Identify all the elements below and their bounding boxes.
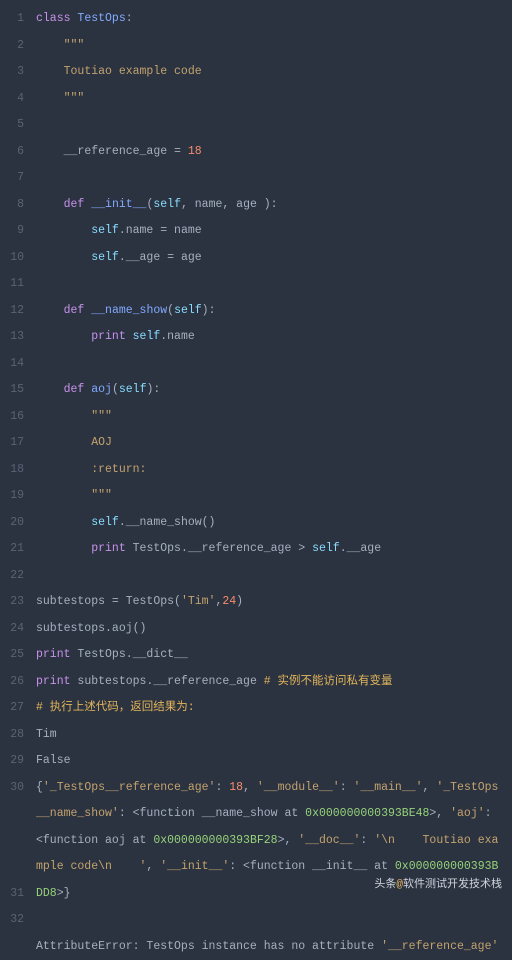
code-line: :return: bbox=[36, 457, 504, 484]
code-line: print subtestops.__reference_age # 实例不能访… bbox=[36, 669, 504, 696]
code-line: """ bbox=[36, 404, 504, 431]
code-line bbox=[36, 112, 504, 139]
line-number-gutter: 1234567891011121314151617181920212223242… bbox=[0, 0, 32, 897]
line-number: 5 bbox=[0, 112, 24, 139]
line-number: 28 bbox=[0, 722, 24, 749]
code-content: class TestOps: """ Toutiao example code … bbox=[32, 0, 512, 897]
line-number: 25 bbox=[0, 642, 24, 669]
code-line: def aoj(self): bbox=[36, 377, 504, 404]
code-line: Toutiao example code bbox=[36, 59, 504, 86]
code-line bbox=[36, 907, 504, 934]
watermark-name: 软件测试开发技术栈 bbox=[403, 879, 502, 891]
line-number: 29 bbox=[0, 748, 24, 775]
code-line: self.__age = age bbox=[36, 245, 504, 272]
code-line: # 执行上述代码，返回结果为: bbox=[36, 695, 504, 722]
line-number: 16 bbox=[0, 404, 24, 431]
line-number: 30 bbox=[0, 775, 24, 881]
line-number: 7 bbox=[0, 165, 24, 192]
line-number: 19 bbox=[0, 483, 24, 510]
code-line: subtestops.aoj() bbox=[36, 616, 504, 643]
line-number: 31 bbox=[0, 881, 24, 908]
code-line: Tim bbox=[36, 722, 504, 749]
line-number: 4 bbox=[0, 86, 24, 113]
line-number: 21 bbox=[0, 536, 24, 563]
line-number: 8 bbox=[0, 192, 24, 219]
code-line bbox=[36, 165, 504, 192]
line-number: 1 bbox=[0, 6, 24, 33]
code-line: self.__name_show() bbox=[36, 510, 504, 537]
line-number: 32 bbox=[0, 907, 24, 960]
code-line: self.name = name bbox=[36, 218, 504, 245]
code-line: print self.name bbox=[36, 324, 504, 351]
line-number: 2 bbox=[0, 33, 24, 60]
line-number: 9 bbox=[0, 218, 24, 245]
code-line bbox=[36, 351, 504, 378]
code-line: def __name_show(self): bbox=[36, 298, 504, 325]
line-number: 10 bbox=[0, 245, 24, 272]
code-line bbox=[36, 271, 504, 298]
line-number: 15 bbox=[0, 377, 24, 404]
line-number: 3 bbox=[0, 59, 24, 86]
line-number: 26 bbox=[0, 669, 24, 696]
line-number: 12 bbox=[0, 298, 24, 325]
code-line: class TestOps: bbox=[36, 6, 504, 33]
line-number: 20 bbox=[0, 510, 24, 537]
line-number: 11 bbox=[0, 271, 24, 298]
watermark-at: @ bbox=[396, 879, 403, 891]
code-line: AOJ bbox=[36, 430, 504, 457]
line-number: 18 bbox=[0, 457, 24, 484]
line-number: 13 bbox=[0, 324, 24, 351]
watermark-prefix: 头条 bbox=[374, 879, 396, 891]
code-line: AttributeError: TestOps instance has no … bbox=[36, 934, 504, 960]
line-number: 14 bbox=[0, 351, 24, 378]
line-number: 23 bbox=[0, 589, 24, 616]
code-line: False bbox=[36, 748, 504, 775]
watermark: 头条@软件测试开发技术栈 bbox=[374, 875, 502, 891]
code-line: print TestOps.__dict__ bbox=[36, 642, 504, 669]
code-line: """ bbox=[36, 86, 504, 113]
code-line: """ bbox=[36, 483, 504, 510]
code-line: __reference_age = 18 bbox=[36, 139, 504, 166]
line-number: 27 bbox=[0, 695, 24, 722]
code-line: def __init__(self, name, age ): bbox=[36, 192, 504, 219]
code-line: print TestOps.__reference_age > self.__a… bbox=[36, 536, 504, 563]
line-number: 17 bbox=[0, 430, 24, 457]
code-line: subtestops = TestOps('Tim',24) bbox=[36, 589, 504, 616]
line-number: 6 bbox=[0, 139, 24, 166]
code-line bbox=[36, 563, 504, 590]
code-line: """ bbox=[36, 33, 504, 60]
line-number: 22 bbox=[0, 563, 24, 590]
line-number: 24 bbox=[0, 616, 24, 643]
code-editor: 1234567891011121314151617181920212223242… bbox=[0, 0, 512, 897]
